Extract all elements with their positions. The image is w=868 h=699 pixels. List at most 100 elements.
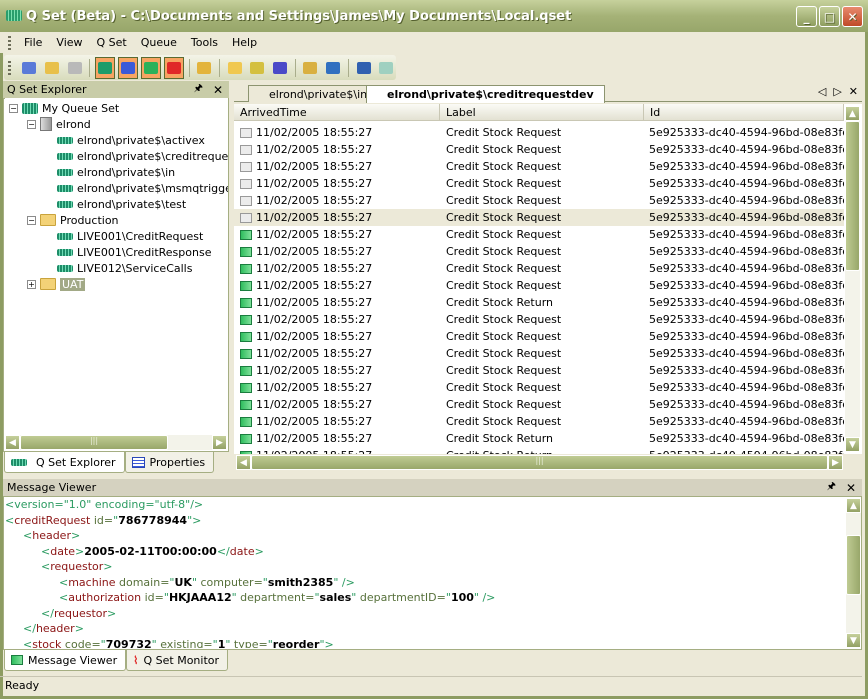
expand-toggle-icon[interactable]: −	[27, 215, 36, 225]
menu-file[interactable]: File	[17, 36, 49, 49]
grip-handle[interactable]	[8, 60, 11, 75]
tab-qset-monitor[interactable]: ⌇ Q Set Monitor	[126, 650, 229, 671]
menu-qset[interactable]: Q Set	[90, 36, 134, 49]
tree-node[interactable]: elrond\private$\creditrequestdev	[57, 148, 228, 164]
close-document-icon[interactable]: ✕	[849, 85, 858, 98]
scroll-right-icon[interactable]: ▶	[212, 435, 227, 450]
xml-content[interactable]: < version="1.0" encoding="utf-8"/> < credit…	[5, 497, 846, 648]
table-row[interactable]: 11/02/2005 18:55:27 Credit Stock Request 5…	[234, 209, 844, 226]
table-row[interactable]: 11/02/2005 18:55:27 Credit Stock Request 5…	[234, 311, 844, 328]
tree-node[interactable]: elrond\private$\in	[57, 164, 175, 180]
table-row[interactable]: 11/02/2005 18:55:27Credit Stock Return5e…	[234, 430, 844, 447]
tab-properties[interactable]: Properties	[124, 452, 215, 473]
table-row[interactable]: 11/02/2005 18:55:27 Credit Stock Request 5…	[234, 124, 844, 141]
read-message-icon	[240, 127, 252, 138]
tree-node[interactable]: elrond\private$\activex	[57, 132, 205, 148]
tab-queue-creditrequestdev[interactable]: elrond\private$\creditrequestdev	[366, 85, 605, 103]
grid-vscrollbar[interactable]: ▲ ▼	[845, 106, 860, 452]
scroll-down-icon[interactable]: ▼	[845, 437, 860, 452]
column-arrivedtime[interactable]: ArrivedTime	[234, 104, 440, 120]
explorer-hscrollbar[interactable]: ◀ ||| ▶	[5, 435, 227, 450]
empty-queue-button[interactable]	[376, 57, 396, 79]
message-viewer-button[interactable]	[140, 56, 161, 79]
eraser-button[interactable]	[270, 57, 290, 79]
xml-line: < creditRequest id= " 786778944 ">	[5, 513, 846, 529]
tree-node[interactable]: − My Queue Set	[9, 100, 119, 116]
menu-view[interactable]: View	[49, 36, 89, 49]
table-row[interactable]: 11/02/2005 18:55:27 Credit Stock Request 5…	[234, 328, 844, 345]
transfer-button[interactable]	[354, 57, 374, 79]
open-button[interactable]	[42, 57, 62, 79]
tree-node[interactable]: elrond\private$\test	[57, 196, 186, 212]
pin-icon[interactable]: 🖈	[827, 479, 836, 496]
table-row[interactable]: 11/02/2005 18:55:27 Credit Stock Request 5…	[234, 396, 844, 413]
rename-folder-button[interactable]	[248, 57, 268, 79]
scroll-left-icon[interactable]: ◀	[5, 435, 20, 450]
table-row[interactable]: 11/02/2005 18:55:27 Credit Stock Request 5…	[234, 175, 844, 192]
column-id[interactable]: Id	[644, 104, 844, 120]
scroll-right-icon[interactable]: ▶	[828, 455, 843, 470]
table-row[interactable]: 11/02/2005 18:55:27 Credit Stock Request 5…	[234, 379, 844, 396]
expand-toggle-icon[interactable]: −	[9, 103, 18, 113]
maximize-button[interactable]: □	[819, 6, 840, 27]
scroll-thumb[interactable]	[845, 121, 860, 271]
table-row[interactable]: 11/02/2005 18:55:27 Credit Stock Request 5…	[234, 192, 844, 209]
grid-hscrollbar[interactable]: ◀ ||| ▶	[236, 455, 843, 470]
tab-message-viewer[interactable]: Message Viewer	[4, 650, 127, 671]
tab-scroll-left-icon[interactable]: ◁	[818, 85, 826, 98]
close-explorer-icon[interactable]: ✕	[213, 83, 223, 97]
viewer-vscrollbar[interactable]: ▲ ▼	[846, 498, 861, 648]
expand-toggle-icon[interactable]: −	[27, 119, 36, 129]
scroll-down-icon[interactable]: ▼	[846, 633, 861, 648]
expand-toggle-icon[interactable]: +	[27, 279, 36, 289]
tab-scroll-right-icon[interactable]: ▷	[833, 85, 841, 98]
table-row[interactable]: 11/02/2005 18:55:27 Credit Stock Request 5…	[234, 141, 844, 158]
find-queue-button[interactable]	[323, 57, 343, 79]
cell-label: Credit Stock Request	[446, 415, 562, 428]
save-button[interactable]	[65, 57, 85, 79]
scroll-thumb[interactable]: |||	[20, 435, 168, 450]
table-row[interactable]: 11/02/2005 18:55:27Credit Stock Return5e…	[234, 447, 844, 454]
tree-node[interactable]: LIVE012\ServiceCalls	[57, 260, 192, 276]
scroll-thumb[interactable]: |||	[251, 455, 828, 470]
grip-handle[interactable]	[8, 35, 11, 50]
folder-icon	[40, 278, 56, 290]
menu-help[interactable]: Help	[225, 36, 264, 49]
table-row[interactable]: 11/02/2005 18:55:27 Credit Stock Request 5…	[234, 413, 844, 430]
new-button[interactable]	[20, 57, 40, 79]
tree-node[interactable]: − elrond	[27, 116, 91, 132]
table-row[interactable]: 11/02/2005 18:55:27 Credit Stock Request 5…	[234, 226, 844, 243]
table-row[interactable]: 11/02/2005 18:55:27 Credit Stock Request 5…	[234, 362, 844, 379]
scroll-up-icon[interactable]: ▲	[845, 106, 860, 121]
menu-queue[interactable]: Queue	[134, 36, 184, 49]
table-row[interactable]: 11/02/2005 18:55:27Credit Stock Return5e…	[234, 294, 844, 311]
scroll-left-icon[interactable]: ◀	[236, 455, 251, 470]
tree-node[interactable]: LIVE001\CreditResponse	[57, 244, 211, 260]
scroll-up-icon[interactable]: ▲	[846, 498, 861, 513]
column-label[interactable]: Label	[440, 104, 644, 120]
close-viewer-icon[interactable]: ✕	[846, 481, 856, 495]
tree-node[interactable]: − Production	[27, 212, 119, 228]
table-row[interactable]: 11/02/2005 18:55:27 Credit Stock Request 5…	[234, 277, 844, 294]
monitor-button[interactable]	[163, 56, 184, 79]
table-row[interactable]: 11/02/2005 18:55:27 Credit Stock Request 5…	[234, 243, 844, 260]
folder-button[interactable]	[225, 57, 245, 79]
table-row[interactable]: 11/02/2005 18:55:27 Credit Stock Request 5…	[234, 158, 844, 175]
menu-tools[interactable]: Tools	[184, 36, 225, 49]
minimize-button[interactable]: _	[796, 6, 817, 27]
xml-token: authorization	[68, 591, 142, 605]
tree-node[interactable]: LIVE001\CreditRequest	[57, 228, 203, 244]
queue-explorer-button[interactable]	[95, 56, 116, 79]
scroll-thumb[interactable]	[846, 535, 861, 595]
pin-icon[interactable]: 🖈	[194, 81, 203, 98]
cell-id: 5e925333-dc40-4594-96bd-08e83fc7...	[649, 245, 844, 258]
refresh-queue-button[interactable]	[194, 57, 214, 79]
close-button[interactable]: ✕	[842, 6, 863, 27]
tab-qset-explorer[interactable]: Q Set Explorer	[4, 452, 125, 473]
tree-node[interactable]: elrond\private$\msmqtriggersn	[57, 180, 228, 196]
add-queue-button[interactable]	[301, 57, 321, 79]
tree-node[interactable]: + UAT	[27, 276, 86, 292]
properties-button[interactable]	[118, 56, 138, 79]
table-row[interactable]: 11/02/2005 18:55:27 Credit Stock Request 5…	[234, 345, 844, 362]
table-row[interactable]: 11/02/2005 18:55:27 Credit Stock Request 5…	[234, 260, 844, 277]
